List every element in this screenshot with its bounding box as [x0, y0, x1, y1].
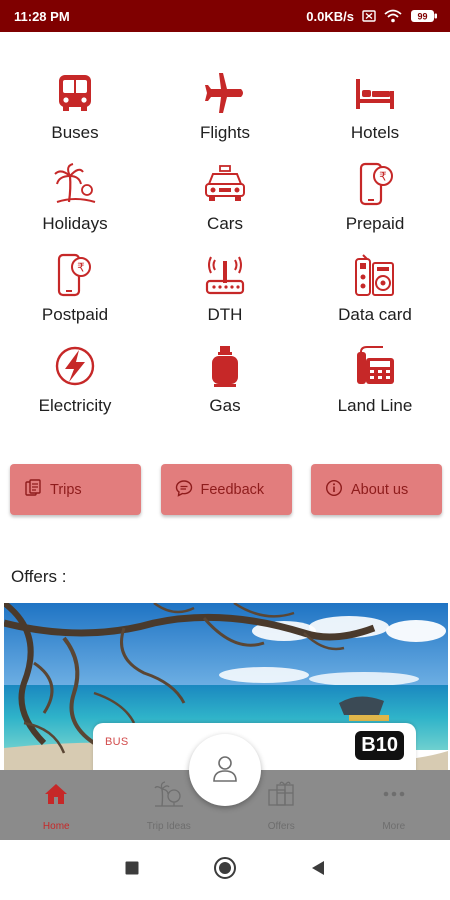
quick-actions: Trips Feedback About us: [10, 464, 442, 515]
service-label: Buses: [51, 123, 99, 142]
nav-home[interactable]: Home: [0, 770, 113, 840]
offers-heading: Offers :: [11, 567, 67, 586]
service-land-line[interactable]: Land Line: [300, 343, 450, 434]
service-label: Hotels: [350, 123, 400, 142]
service-electricity[interactable]: Electricity: [0, 343, 150, 434]
status-bar: 11:28 PM 0.0KB/s 99: [0, 0, 450, 32]
bus-icon: [50, 70, 100, 116]
service-dth[interactable]: DTH: [150, 252, 300, 343]
feedback-button[interactable]: Feedback: [160, 464, 292, 515]
service-label: Holidays: [42, 214, 108, 233]
status-indicators: 0.0KB/s 99: [306, 9, 438, 24]
chat-bubble-icon: [175, 479, 193, 501]
trips-label: Trips: [50, 481, 82, 498]
back-triangle-icon: [311, 860, 325, 881]
service-label: Postpaid: [41, 305, 109, 324]
app-screen: 11:28 PM 0.0KB/s 99 Buses Flights Hotels…: [0, 0, 450, 900]
service-data-card[interactable]: Data card: [300, 252, 450, 343]
svg-text:₹: ₹: [77, 261, 85, 275]
service-label: Prepaid: [345, 214, 405, 233]
about-us-label: About us: [351, 481, 409, 498]
svg-text:₹: ₹: [379, 170, 387, 184]
network-speed: 0.0KB/s: [306, 8, 354, 24]
nav-more[interactable]: More: [338, 770, 450, 840]
more-dots-icon: [382, 781, 406, 807]
data-card-icon: [350, 252, 400, 298]
service-label: Data card: [338, 305, 412, 324]
service-label: Flights: [199, 123, 251, 142]
lightning-icon: [50, 343, 100, 389]
mobile-rupee-icon: ₹: [50, 252, 100, 298]
about-us-button[interactable]: About us: [311, 464, 442, 515]
offer-category: BUS: [105, 736, 129, 748]
telephone-icon: [350, 343, 400, 389]
service-holidays[interactable]: Holidays: [0, 161, 150, 252]
info-icon: [325, 479, 343, 501]
service-gas[interactable]: Gas: [150, 343, 300, 434]
satellite-box-icon: [200, 252, 250, 298]
gift-icon: [267, 781, 295, 807]
feedback-label: Feedback: [200, 481, 265, 498]
service-cars[interactable]: Cars: [150, 161, 300, 252]
service-label: Electricity: [38, 396, 112, 415]
trips-icon: [24, 478, 42, 501]
sim-off-icon: [362, 10, 376, 22]
services-grid: Buses Flights Hotels Holidays Cars ₹ Pre…: [0, 70, 450, 434]
service-label: Gas: [209, 396, 241, 415]
home-system-button[interactable]: [210, 855, 240, 885]
trip-ideas-icon: [154, 781, 184, 807]
service-label: DTH: [207, 305, 243, 324]
offer-code: B10: [355, 731, 404, 760]
palm-tree-icon: [50, 161, 100, 207]
nav-label: Home: [42, 821, 70, 832]
bed-icon: [350, 70, 400, 116]
service-postpaid[interactable]: ₹ Postpaid: [0, 252, 150, 343]
gas-cylinder-icon: [200, 343, 250, 389]
back-button[interactable]: [303, 855, 333, 885]
nav-label: Trip Ideas: [146, 821, 191, 832]
trips-button[interactable]: Trips: [10, 464, 141, 515]
service-label: Land Line: [337, 396, 413, 415]
service-buses[interactable]: Buses: [0, 70, 150, 161]
service-prepaid[interactable]: ₹ Prepaid: [300, 161, 450, 252]
battery-icon: 99: [410, 9, 438, 23]
service-hotels[interactable]: Hotels: [300, 70, 450, 161]
status-time: 11:28 PM: [14, 8, 70, 24]
nav-label: Offers: [267, 821, 295, 832]
circle-icon: [213, 856, 237, 885]
user-icon: [210, 753, 240, 788]
wifi-icon: [384, 9, 402, 23]
home-icon: [44, 781, 68, 807]
profile-button[interactable]: [189, 734, 261, 806]
airplane-icon: [200, 70, 250, 116]
service-label: Cars: [207, 214, 243, 233]
system-nav-bar: [0, 840, 450, 900]
battery-level: 99: [417, 12, 427, 22]
recents-button[interactable]: [117, 855, 147, 885]
car-icon: [200, 161, 250, 207]
mobile-rupee-icon: ₹: [350, 161, 400, 207]
service-flights[interactable]: Flights: [150, 70, 300, 161]
nav-label: More: [382, 821, 406, 832]
square-icon: [125, 861, 139, 880]
